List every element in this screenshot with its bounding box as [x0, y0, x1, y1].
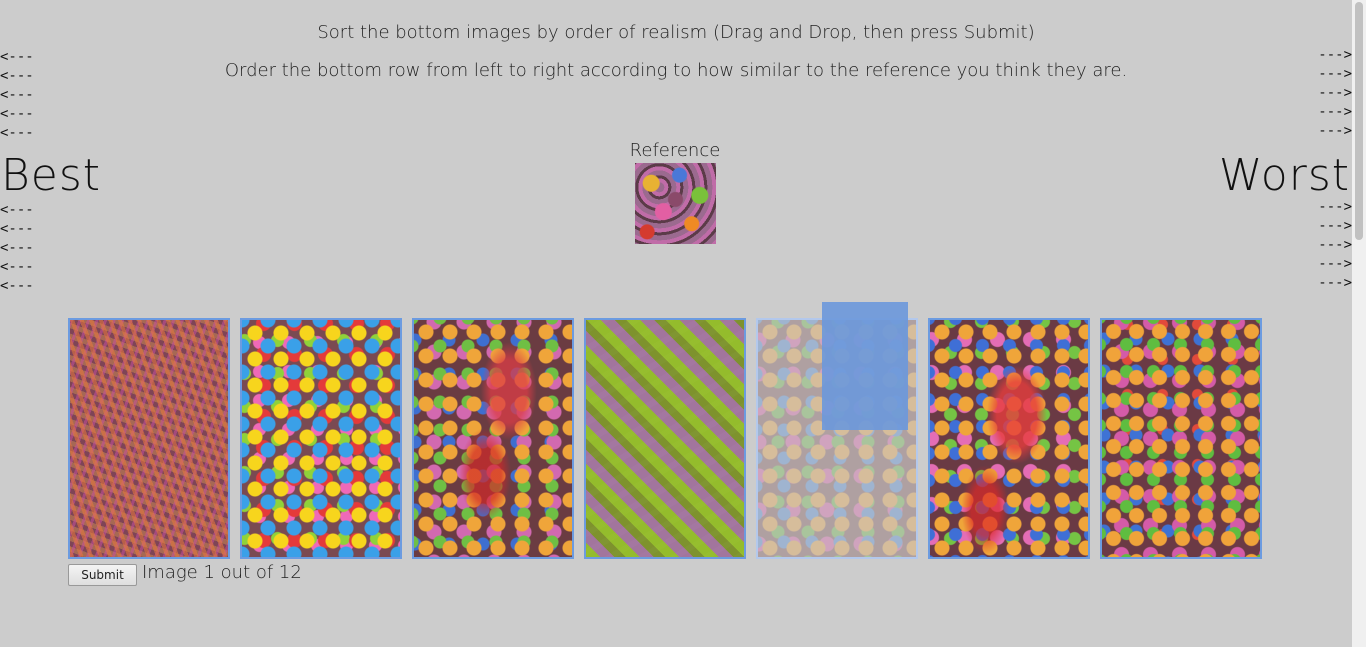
left-arrow: <--- — [0, 87, 34, 103]
left-arrow: <--- — [0, 202, 34, 218]
candy-texture — [414, 320, 572, 557]
right-arrow: ---> — [1318, 256, 1352, 272]
right-arrows-bottom: ---> ---> ---> ---> ---> — [1318, 198, 1352, 293]
left-arrow: <--- — [0, 125, 34, 141]
left-arrow: <--- — [0, 278, 34, 294]
left-arrow: <--- — [0, 106, 34, 122]
left-arrow: <--- — [0, 49, 34, 65]
right-arrow: ---> — [1318, 123, 1352, 139]
right-arrows-top: ---> ---> ---> ---> ---> — [1318, 46, 1352, 141]
reference-image — [635, 163, 716, 244]
candidate-image-1[interactable] — [68, 318, 230, 559]
reference-label: Reference — [629, 140, 721, 161]
left-arrows-top: <--- <--- <--- <--- <--- — [0, 48, 34, 143]
left-arrow: <--- — [0, 68, 34, 84]
right-arrow: ---> — [1318, 237, 1352, 253]
candy-texture — [70, 320, 228, 557]
candy-texture — [930, 320, 1088, 557]
right-arrow: ---> — [1318, 47, 1352, 63]
drag-ghost[interactable] — [822, 302, 908, 430]
submit-button[interactable]: Submit — [68, 564, 137, 586]
candy-texture — [586, 320, 744, 557]
right-arrow: ---> — [1318, 85, 1352, 101]
sorting-page: Sort the bottom images by order of reali… — [0, 0, 1366, 647]
worst-label: Worst — [1218, 150, 1350, 201]
candidate-image-2[interactable] — [240, 318, 402, 559]
right-arrow: ---> — [1318, 218, 1352, 234]
candy-texture — [242, 320, 400, 557]
left-arrow: <--- — [0, 221, 34, 237]
instruction-line-2: Order the bottom row from left to right … — [224, 60, 1128, 81]
left-arrows-bottom: <--- <--- <--- <--- <--- — [0, 201, 34, 296]
left-arrow: <--- — [0, 259, 34, 275]
candidate-image-4[interactable] — [584, 318, 746, 559]
progress-text: Image 1 out of 12 — [142, 562, 302, 583]
candidate-image-7[interactable] — [1100, 318, 1262, 559]
right-arrow: ---> — [1318, 199, 1352, 215]
right-arrow: ---> — [1318, 66, 1352, 82]
right-arrow: ---> — [1318, 104, 1352, 120]
instruction-line-1: Sort the bottom images by order of reali… — [317, 22, 1035, 43]
scrollbar-thumb[interactable] — [1355, 2, 1363, 240]
candy-texture — [635, 163, 716, 244]
left-arrow: <--- — [0, 240, 34, 256]
candy-texture — [1102, 320, 1260, 557]
vertical-scrollbar[interactable] — [1352, 0, 1366, 647]
right-arrow: ---> — [1318, 275, 1352, 291]
best-label: Best — [1, 150, 102, 201]
candidate-image-3[interactable] — [412, 318, 574, 559]
candidate-image-6[interactable] — [928, 318, 1090, 559]
